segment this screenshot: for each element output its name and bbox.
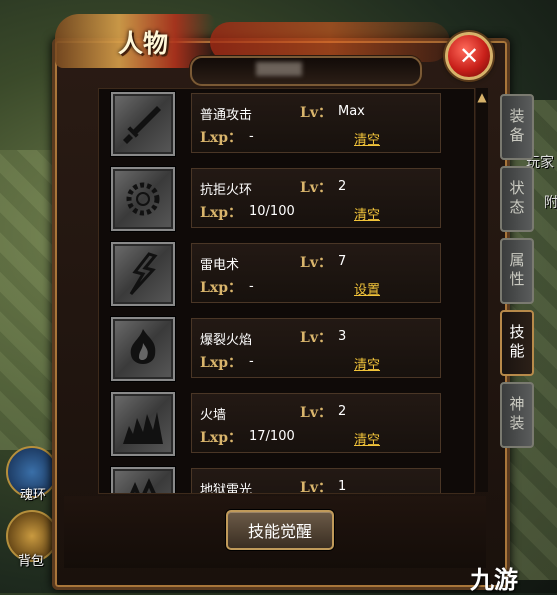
exp-value: - bbox=[249, 129, 254, 144]
skill-name: 地狱雷光 bbox=[200, 483, 253, 494]
exp-label: Lxp： bbox=[200, 205, 242, 221]
skill-card: 普通攻击 Lv： Max Lxp： - 清空 bbox=[191, 93, 441, 153]
skill-name: 火墙 bbox=[200, 408, 227, 423]
clear-link[interactable]: 清空 bbox=[354, 354, 380, 373]
tab-attributes[interactable]: 属性 bbox=[500, 238, 534, 304]
sword-icon[interactable] bbox=[111, 92, 175, 156]
exp-value: - bbox=[249, 354, 254, 369]
level-value: 3 bbox=[338, 329, 347, 344]
skill-name: 普通攻击 bbox=[200, 108, 253, 123]
skill-row: 爆裂火焰 Lv： 3 Lxp： - 清空 bbox=[99, 314, 474, 384]
skill-awaken-button[interactable]: 技能觉醒 bbox=[226, 510, 334, 550]
level-value: 7 bbox=[338, 254, 347, 269]
window-title: 人物 bbox=[118, 29, 169, 58]
skill-row: 抗拒火环 Lv： 2 Lxp： 10/100 清空 bbox=[99, 164, 474, 234]
level-value: Max bbox=[338, 104, 365, 119]
background-tiles bbox=[0, 150, 60, 450]
watermark-logo: 九游 bbox=[470, 566, 518, 594]
player-name-blurred bbox=[256, 62, 302, 76]
level-label: Lv： bbox=[300, 255, 332, 271]
scrollbar[interactable] bbox=[476, 88, 488, 492]
hell-thunder-icon[interactable] bbox=[111, 467, 175, 493]
clear-link[interactable]: 清空 bbox=[354, 204, 380, 223]
skill-row: 火墙 Lv： 2 Lxp： 17/100 清空 bbox=[99, 389, 474, 459]
skill-row: 普通攻击 Lv： Max Lxp： - 清空 bbox=[99, 89, 474, 159]
skill-list: 普通攻击 Lv： Max Lxp： - 清空 抗拒火环 Lv： 2 Lxp： 1… bbox=[98, 88, 475, 494]
tab-equipment[interactable]: 装备 bbox=[500, 94, 534, 160]
clear-link[interactable]: 清空 bbox=[354, 129, 380, 148]
side-label: 附 bbox=[544, 195, 557, 211]
lightning-icon[interactable] bbox=[111, 242, 175, 306]
skill-card: 火墙 Lv： 2 Lxp： 17/100 清空 bbox=[191, 393, 441, 453]
scroll-up-icon[interactable]: ▲ bbox=[476, 90, 488, 108]
player-name-bar bbox=[190, 56, 422, 86]
skill-card: 雷电术 Lv： 7 Lxp： - 设置 bbox=[191, 243, 441, 303]
fire-ring-icon[interactable] bbox=[111, 167, 175, 231]
exp-value: 10/100 bbox=[249, 204, 295, 219]
soul-ring-label: 魂环 bbox=[20, 488, 47, 503]
level-label: Lv： bbox=[300, 105, 332, 121]
tab-skills[interactable]: 技能 bbox=[500, 310, 534, 376]
exp-value: 17/100 bbox=[249, 429, 295, 444]
level-value: 2 bbox=[338, 404, 347, 419]
skill-row: 雷电术 Lv： 7 Lxp： - 设置 bbox=[99, 239, 474, 309]
level-label: Lv： bbox=[300, 405, 332, 421]
skill-name: 爆裂火焰 bbox=[200, 333, 253, 348]
exp-label: Lxp： bbox=[200, 355, 242, 371]
level-label: Lv： bbox=[300, 480, 332, 494]
fire-wall-icon[interactable] bbox=[111, 392, 175, 456]
exp-label: Lxp： bbox=[200, 280, 242, 296]
set-link[interactable]: 设置 bbox=[354, 279, 380, 298]
tab-status[interactable]: 状态 bbox=[500, 166, 534, 232]
level-value: 2 bbox=[338, 179, 347, 194]
level-value: 1 bbox=[338, 479, 347, 494]
skill-name: 雷电术 bbox=[200, 258, 240, 273]
exp-label: Lxp： bbox=[200, 430, 242, 446]
tab-divine-gear[interactable]: 神装 bbox=[500, 382, 534, 448]
exp-label: Lxp： bbox=[200, 130, 242, 146]
skill-card: 爆裂火焰 Lv： 3 Lxp： - 清空 bbox=[191, 318, 441, 378]
level-label: Lv： bbox=[300, 330, 332, 346]
close-button[interactable]: ✕ bbox=[445, 32, 493, 80]
level-label: Lv： bbox=[300, 180, 332, 196]
skill-name: 抗拒火环 bbox=[200, 183, 253, 198]
clear-link[interactable]: 清空 bbox=[354, 429, 380, 448]
skill-card: 抗拒火环 Lv： 2 Lxp： 10/100 清空 bbox=[191, 168, 441, 228]
exp-value: - bbox=[249, 279, 254, 294]
skill-row: 地狱雷光 Lv： 1 bbox=[99, 464, 474, 494]
skill-card: 地狱雷光 Lv： 1 bbox=[191, 468, 441, 494]
backpack-label: 背包 bbox=[18, 554, 45, 569]
close-icon: ✕ bbox=[458, 42, 480, 70]
flame-burst-icon[interactable] bbox=[111, 317, 175, 381]
